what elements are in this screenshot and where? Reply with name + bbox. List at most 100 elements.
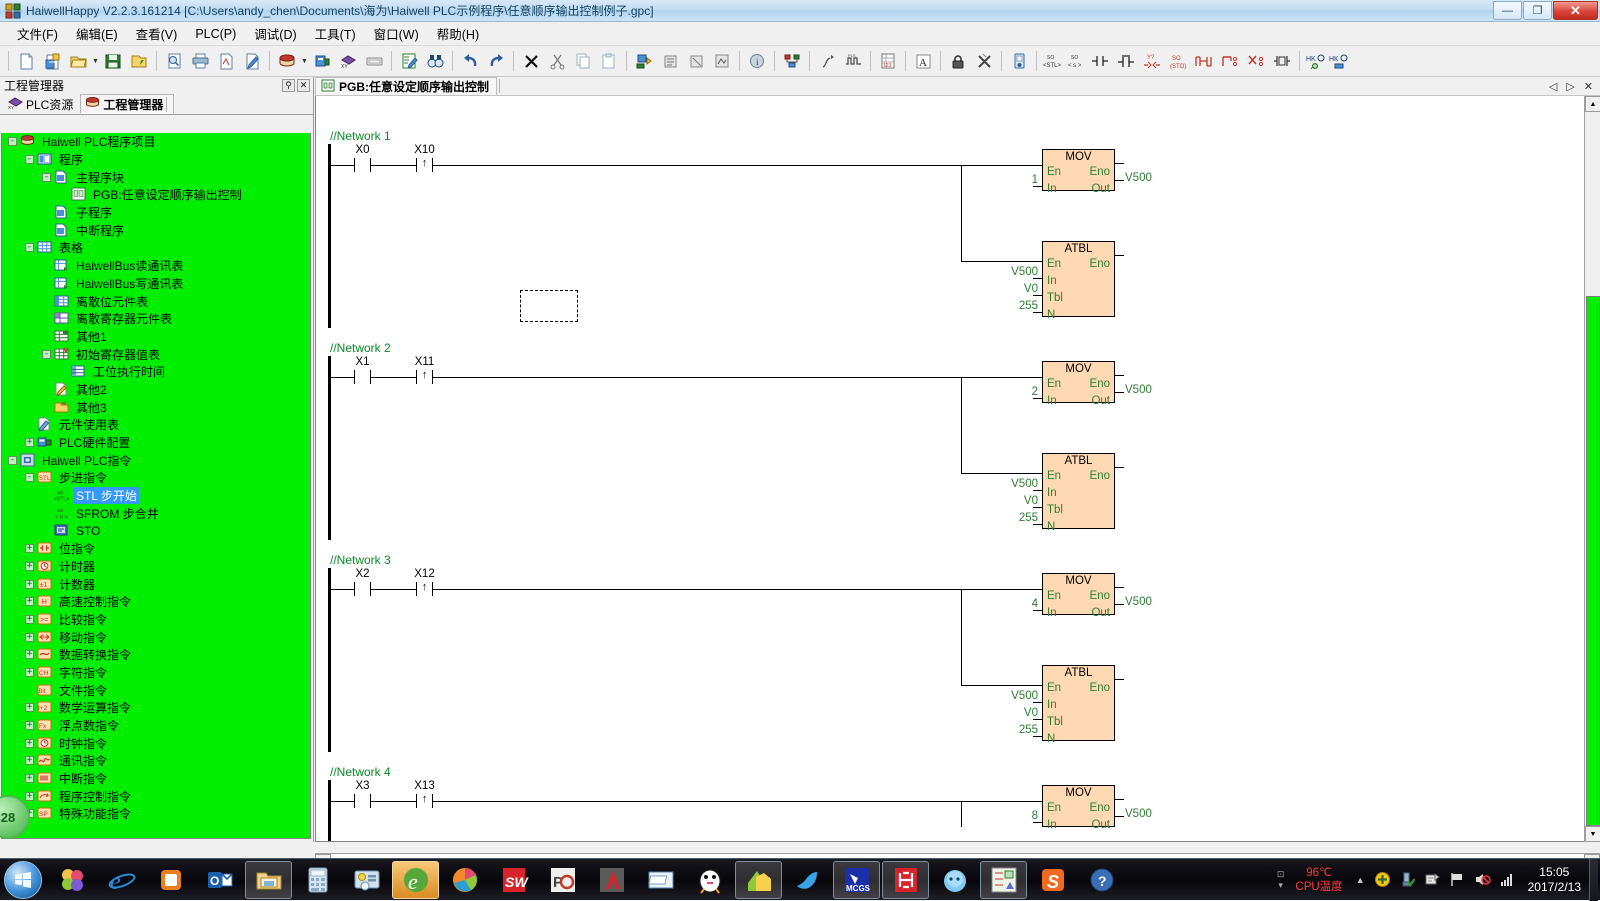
tree-item[interactable]: - STL 步进指令 bbox=[2, 469, 310, 487]
tab-next-button[interactable]: ▷ bbox=[1566, 80, 1574, 93]
contact-X10[interactable]: X10 ↑ bbox=[414, 144, 435, 172]
sto-icon[interactable]: SO (STO) bbox=[1165, 48, 1191, 74]
dock-close-button[interactable]: ✕ bbox=[297, 79, 310, 92]
contact-X11[interactable]: X11 ↑ bbox=[415, 356, 434, 384]
tree-item[interactable]: Bit 文件指令 bbox=[2, 681, 310, 699]
tree-item[interactable]: 其他1 bbox=[2, 328, 310, 346]
open-dropdown-caret-icon[interactable]: ▼ bbox=[91, 48, 100, 74]
tree-expand-icon[interactable]: + bbox=[25, 721, 34, 731]
menu-edit[interactable]: 编辑(E) bbox=[67, 21, 127, 46]
branch-down-icon[interactable] bbox=[1217, 48, 1243, 74]
device-info-icon[interactable] bbox=[1006, 48, 1032, 74]
tree-item[interactable]: 子程序 bbox=[2, 204, 310, 222]
find-binoculars-icon[interactable] bbox=[422, 48, 448, 74]
tree-item[interactable]: + H 高速控制指令 bbox=[2, 593, 310, 611]
debug-run-icon[interactable] bbox=[814, 48, 840, 74]
taskbar-item-explorer[interactable] bbox=[245, 860, 292, 899]
tree-item[interactable]: - 初始寄存器值表 bbox=[2, 345, 310, 363]
tree-item[interactable]: + ±1 计数器 bbox=[2, 575, 310, 593]
tree-item[interactable]: STO bbox=[2, 522, 310, 540]
contact-X1[interactable]: X1 bbox=[354, 356, 371, 384]
menu-debug[interactable]: 调试(D) bbox=[245, 21, 305, 46]
compare-icon[interactable] bbox=[683, 48, 709, 74]
tree-expand-icon[interactable]: + bbox=[25, 791, 34, 801]
clock-widget[interactable]: 15:05 2017/2/13 bbox=[1520, 865, 1589, 895]
vertical-scroll-thumb[interactable] bbox=[1586, 296, 1600, 826]
tree-expand-icon[interactable]: + bbox=[25, 667, 34, 677]
taskbar-item-mcgs[interactable]: MCGS bbox=[833, 860, 880, 899]
plc-resource-icon[interactable]: XY bbox=[335, 48, 361, 74]
ladder-canvas[interactable]: //Network 1 X0 X10 ↑ 1 V500 MOV En In Eno Out V500 V… bbox=[316, 96, 1584, 841]
taskbar-item-media[interactable] bbox=[441, 861, 488, 899]
taskbar-item-window[interactable] bbox=[637, 861, 684, 899]
tree-expand-icon[interactable]: + bbox=[25, 597, 34, 607]
taskbar-item-browser[interactable]: e bbox=[392, 860, 439, 899]
taskbar-item-photos[interactable] bbox=[49, 861, 96, 899]
edit-doc-icon[interactable] bbox=[239, 48, 265, 74]
tree-item[interactable]: + 通讯指令 bbox=[2, 752, 310, 770]
rising-edge-icon[interactable] bbox=[1191, 48, 1217, 74]
tree-item[interactable]: HaiwellBus写通讯表 bbox=[2, 275, 310, 293]
tree-collapse-icon[interactable]: - bbox=[25, 473, 34, 483]
tree-expand-icon[interactable]: + bbox=[25, 756, 34, 766]
minimize-button[interactable]: — bbox=[1493, 1, 1522, 20]
compile-icon[interactable] bbox=[709, 48, 735, 74]
new-file-icon[interactable] bbox=[13, 48, 39, 74]
cpu-temperature-widget[interactable]: 96℃ CPU温度 bbox=[1287, 866, 1350, 894]
volume-muted-icon[interactable] bbox=[1473, 870, 1492, 889]
tree-item[interactable]: 工位执行时间 bbox=[2, 363, 310, 381]
function-block-ATBL[interactable]: ATBL En In Tbl N Eno bbox=[1042, 453, 1115, 533]
tab-prev-button[interactable]: ◁ bbox=[1549, 80, 1557, 93]
undo-icon[interactable] bbox=[457, 48, 483, 74]
tree-expand-icon[interactable]: + bbox=[25, 544, 34, 554]
contact-X0[interactable]: X0 bbox=[354, 144, 371, 172]
scroll-down-arrow[interactable]: ▼ bbox=[1585, 826, 1600, 842]
tree-item[interactable]: - 表格 bbox=[2, 239, 310, 257]
tree-expand-icon[interactable]: + bbox=[25, 738, 34, 748]
tree-expand-icon[interactable]: + bbox=[25, 614, 34, 624]
taskbar-item-office[interactable] bbox=[147, 861, 194, 899]
selection-cursor[interactable] bbox=[520, 290, 578, 322]
cut-icon[interactable] bbox=[544, 48, 570, 74]
tree-collapse-icon[interactable]: - bbox=[42, 349, 51, 359]
tray-show-hidden-icon[interactable]: ▲ bbox=[1351, 875, 1370, 885]
show-desktop-button[interactable] bbox=[1589, 858, 1598, 901]
function-block-MOV[interactable]: MOV En In Eno Out bbox=[1042, 361, 1115, 407]
restore-button[interactable]: ❐ bbox=[1523, 1, 1552, 20]
lock-icon[interactable] bbox=[945, 48, 971, 74]
tree-item[interactable]: 离散位元件表 bbox=[2, 292, 310, 310]
function-block-MOV[interactable]: MOV En In Eno Out bbox=[1042, 573, 1115, 619]
tree-item[interactable]: - 主程序块 bbox=[2, 168, 310, 186]
s-instruction-icon[interactable]: SO < s > bbox=[1064, 48, 1087, 74]
delete-x-icon[interactable] bbox=[518, 48, 544, 74]
print-icon[interactable] bbox=[187, 48, 213, 74]
download-plc-icon[interactable] bbox=[631, 48, 657, 74]
project-stack-icon[interactable] bbox=[274, 48, 300, 74]
tree-item[interactable]: - Haiwell PLC程序项目 bbox=[2, 133, 310, 151]
project-tree[interactable]: - Haiwell PLC程序项目 - 程序 - 主程序块 PGB:任意设定顺序输出控制 子程… bbox=[1, 133, 311, 839]
save-icon[interactable] bbox=[100, 48, 126, 74]
copy-icon[interactable] bbox=[570, 48, 596, 74]
usb-safe-remove-icon[interactable] bbox=[1398, 870, 1417, 889]
export-icon[interactable] bbox=[213, 48, 239, 74]
tree-item[interactable]: + PLC硬件配置 bbox=[2, 434, 310, 452]
tree-item[interactable]: 元件使用表 bbox=[2, 416, 310, 434]
vertical-scrollbar[interactable]: ▲ ▼ bbox=[1584, 96, 1600, 842]
menu-window[interactable]: 窗口(W) bbox=[365, 21, 428, 46]
clear-icon[interactable] bbox=[971, 48, 997, 74]
tab-plc-resource[interactable]: XY PLC资源 bbox=[3, 94, 80, 114]
function-block-ATBL[interactable]: ATBL En In Tbl N Eno bbox=[1042, 665, 1115, 745]
taskbar-item-plc-editor[interactable] bbox=[980, 860, 1027, 899]
tab-pgb-program[interactable]: PGB:任意设定顺序输出控制 bbox=[315, 77, 498, 95]
taskbar-item-internet-explorer[interactable]: e bbox=[98, 861, 145, 899]
tree-item[interactable]: PGB:任意设定顺序输出控制 bbox=[2, 186, 310, 204]
waveform-icon[interactable]: PLS bbox=[840, 48, 866, 74]
taskbar-item-sogou[interactable]: S bbox=[1029, 861, 1076, 899]
taskbar-item-proe[interactable]: P bbox=[539, 861, 586, 899]
tab-close-button[interactable]: ✕ bbox=[1584, 80, 1593, 93]
menu-help[interactable]: 帮助(H) bbox=[428, 21, 488, 46]
tree-item[interactable]: - 程序 bbox=[2, 151, 310, 169]
contact-X2[interactable]: X2 bbox=[354, 568, 371, 596]
tree-item[interactable]: SO < S > SFROM 步合并 bbox=[2, 504, 310, 522]
taskbar-item-haiwell[interactable] bbox=[882, 860, 929, 899]
